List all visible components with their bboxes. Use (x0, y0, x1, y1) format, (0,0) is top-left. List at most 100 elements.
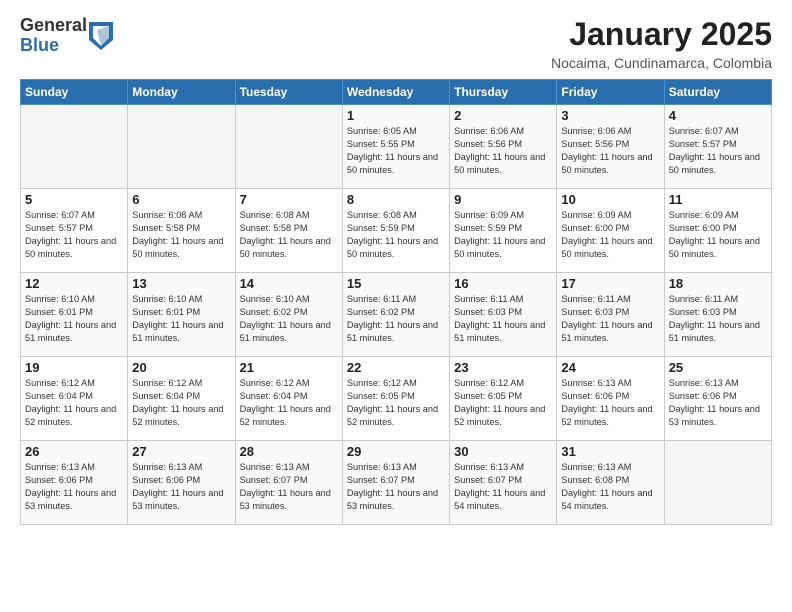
table-row: 19Sunrise: 6:12 AM Sunset: 6:04 PM Dayli… (21, 357, 128, 441)
table-row: 3Sunrise: 6:06 AM Sunset: 5:56 PM Daylig… (557, 105, 664, 189)
table-row: 12Sunrise: 6:10 AM Sunset: 6:01 PM Dayli… (21, 273, 128, 357)
title-block: January 2025 Nocaima, Cundinamarca, Colo… (551, 16, 772, 71)
col-monday: Monday (128, 80, 235, 105)
day-info: Sunrise: 6:13 AM Sunset: 6:07 PM Dayligh… (347, 461, 445, 513)
day-number: 3 (561, 108, 659, 123)
table-row: 27 Sunrise: 6:13 AM Sunset: 6:06 PM Dayli… (128, 441, 235, 525)
table-row: 30Sunrise: 6:13 AM Sunset: 6:07 PM Dayli… (450, 441, 557, 525)
month-title: January 2025 (551, 16, 772, 53)
table-row: 6 Sunrise: 6:08 AM Sunset: 5:58 PM Daylig… (128, 189, 235, 273)
day-number: 14 (240, 276, 338, 291)
day-number: 6 (132, 192, 230, 207)
day-info: Sunrise: 6:07 AM Sunset: 5:57 PM Dayligh… (669, 125, 767, 177)
day-number: 23 (454, 360, 552, 375)
table-row: 5Sunrise: 6:07 AM Sunset: 5:57 PM Daylig… (21, 189, 128, 273)
col-saturday: Saturday (664, 80, 771, 105)
day-info: Sunrise: 6:11 AM Sunset: 6:03 PM Dayligh… (561, 293, 659, 345)
day-number: 29 (347, 444, 445, 459)
logo-blue-text: Blue (20, 36, 87, 56)
header: General Blue January 2025 Nocaima, Cundi… (20, 16, 772, 71)
calendar-table: Sunday Monday Tuesday Wednesday Thursday… (20, 79, 772, 525)
table-row (235, 105, 342, 189)
day-number: 22 (347, 360, 445, 375)
table-row: 29 Sunrise: 6:13 AM Sunset: 6:07 PM Dayli… (342, 441, 449, 525)
col-sunday: Sunday (21, 80, 128, 105)
day-info: Sunrise: 6:07 AM Sunset: 5:57 PM Dayligh… (25, 209, 123, 261)
table-row: 16Sunrise: 6:11 AM Sunset: 6:03 PM Dayli… (450, 273, 557, 357)
day-info: Sunrise: 6:13 AM Sunset: 6:06 PM Dayligh… (669, 377, 767, 429)
day-info: Sunrise: 6:12 AM Sunset: 6:04 PM Dayligh… (25, 377, 123, 429)
table-row: 1 Sunrise: 6:05 AM Sunset: 5:55 PM Daylig… (342, 105, 449, 189)
day-info: Sunrise: 6:09 AM Sunset: 6:00 PM Dayligh… (561, 209, 659, 261)
day-number: 28 (240, 444, 338, 459)
table-row: 11 Sunrise: 6:09 AM Sunset: 6:00 PM Dayli… (664, 189, 771, 273)
day-info: Sunrise: 6:12 AM Sunset: 6:05 PM Dayligh… (454, 377, 552, 429)
day-info: Sunrise: 6:13 AM Sunset: 6:06 PM Dayligh… (132, 461, 230, 513)
table-row: 14 Sunrise: 6:10 AM Sunset: 6:02 PM Dayli… (235, 273, 342, 357)
day-number: 27 (132, 444, 230, 459)
col-wednesday: Wednesday (342, 80, 449, 105)
day-info: Sunrise: 6:13 AM Sunset: 6:06 PM Dayligh… (25, 461, 123, 513)
day-info: Sunrise: 6:11 AM Sunset: 6:02 PM Dayligh… (347, 293, 445, 345)
table-row: 13Sunrise: 6:10 AM Sunset: 6:01 PM Dayli… (128, 273, 235, 357)
logo-icon (89, 22, 113, 50)
logo: General Blue (20, 16, 113, 56)
table-row: 31Sunrise: 6:13 AM Sunset: 6:08 PM Dayli… (557, 441, 664, 525)
day-number: 16 (454, 276, 552, 291)
calendar-week-2: 5Sunrise: 6:07 AM Sunset: 5:57 PM Daylig… (21, 189, 772, 273)
table-row (21, 105, 128, 189)
table-row: 7 Sunrise: 6:08 AM Sunset: 5:58 PM Daylig… (235, 189, 342, 273)
day-number: 11 (669, 192, 767, 207)
day-info: Sunrise: 6:10 AM Sunset: 6:02 PM Dayligh… (240, 293, 338, 345)
day-number: 7 (240, 192, 338, 207)
table-row: 9 Sunrise: 6:09 AM Sunset: 5:59 PM Daylig… (450, 189, 557, 273)
day-number: 26 (25, 444, 123, 459)
col-friday: Friday (557, 80, 664, 105)
day-info: Sunrise: 6:06 AM Sunset: 5:56 PM Dayligh… (454, 125, 552, 177)
day-info: Sunrise: 6:12 AM Sunset: 6:04 PM Dayligh… (240, 377, 338, 429)
table-row: 28Sunrise: 6:13 AM Sunset: 6:07 PM Dayli… (235, 441, 342, 525)
day-number: 13 (132, 276, 230, 291)
calendar-header-row: Sunday Monday Tuesday Wednesday Thursday… (21, 80, 772, 105)
table-row: 10Sunrise: 6:09 AM Sunset: 6:00 PM Dayli… (557, 189, 664, 273)
day-info: Sunrise: 6:12 AM Sunset: 6:05 PM Dayligh… (347, 377, 445, 429)
day-info: Sunrise: 6:12 AM Sunset: 6:04 PM Dayligh… (132, 377, 230, 429)
day-info: Sunrise: 6:13 AM Sunset: 6:06 PM Dayligh… (561, 377, 659, 429)
calendar-week-3: 12Sunrise: 6:10 AM Sunset: 6:01 PM Dayli… (21, 273, 772, 357)
day-number: 18 (669, 276, 767, 291)
table-row: 24 Sunrise: 6:13 AM Sunset: 6:06 PM Dayli… (557, 357, 664, 441)
table-row: 23 Sunrise: 6:12 AM Sunset: 6:05 PM Dayli… (450, 357, 557, 441)
logo-general-text: General (20, 16, 87, 36)
day-number: 31 (561, 444, 659, 459)
day-number: 30 (454, 444, 552, 459)
day-number: 4 (669, 108, 767, 123)
table-row: 21 Sunrise: 6:12 AM Sunset: 6:04 PM Dayli… (235, 357, 342, 441)
day-number: 2 (454, 108, 552, 123)
day-number: 21 (240, 360, 338, 375)
table-row: 26 Sunrise: 6:13 AM Sunset: 6:06 PM Dayli… (21, 441, 128, 525)
day-info: Sunrise: 6:05 AM Sunset: 5:55 PM Dayligh… (347, 125, 445, 177)
col-thursday: Thursday (450, 80, 557, 105)
table-row: 8Sunrise: 6:08 AM Sunset: 5:59 PM Daylig… (342, 189, 449, 273)
day-info: Sunrise: 6:08 AM Sunset: 5:58 PM Dayligh… (132, 209, 230, 261)
col-tuesday: Tuesday (235, 80, 342, 105)
day-number: 24 (561, 360, 659, 375)
day-number: 1 (347, 108, 445, 123)
day-info: Sunrise: 6:08 AM Sunset: 5:59 PM Dayligh… (347, 209, 445, 261)
page: General Blue January 2025 Nocaima, Cundi… (0, 0, 792, 612)
day-info: Sunrise: 6:09 AM Sunset: 5:59 PM Dayligh… (454, 209, 552, 261)
table-row: 20Sunrise: 6:12 AM Sunset: 6:04 PM Dayli… (128, 357, 235, 441)
table-row (128, 105, 235, 189)
table-row: 22 Sunrise: 6:12 AM Sunset: 6:05 PM Dayli… (342, 357, 449, 441)
table-row: 15Sunrise: 6:11 AM Sunset: 6:02 PM Dayli… (342, 273, 449, 357)
day-info: Sunrise: 6:09 AM Sunset: 6:00 PM Dayligh… (669, 209, 767, 261)
table-row: 4 Sunrise: 6:07 AM Sunset: 5:57 PM Daylig… (664, 105, 771, 189)
table-row: 17Sunrise: 6:11 AM Sunset: 6:03 PM Dayli… (557, 273, 664, 357)
day-number: 25 (669, 360, 767, 375)
day-info: Sunrise: 6:08 AM Sunset: 5:58 PM Dayligh… (240, 209, 338, 261)
day-info: Sunrise: 6:11 AM Sunset: 6:03 PM Dayligh… (669, 293, 767, 345)
day-number: 9 (454, 192, 552, 207)
location: Nocaima, Cundinamarca, Colombia (551, 55, 772, 71)
day-info: Sunrise: 6:10 AM Sunset: 6:01 PM Dayligh… (25, 293, 123, 345)
table-row (664, 441, 771, 525)
